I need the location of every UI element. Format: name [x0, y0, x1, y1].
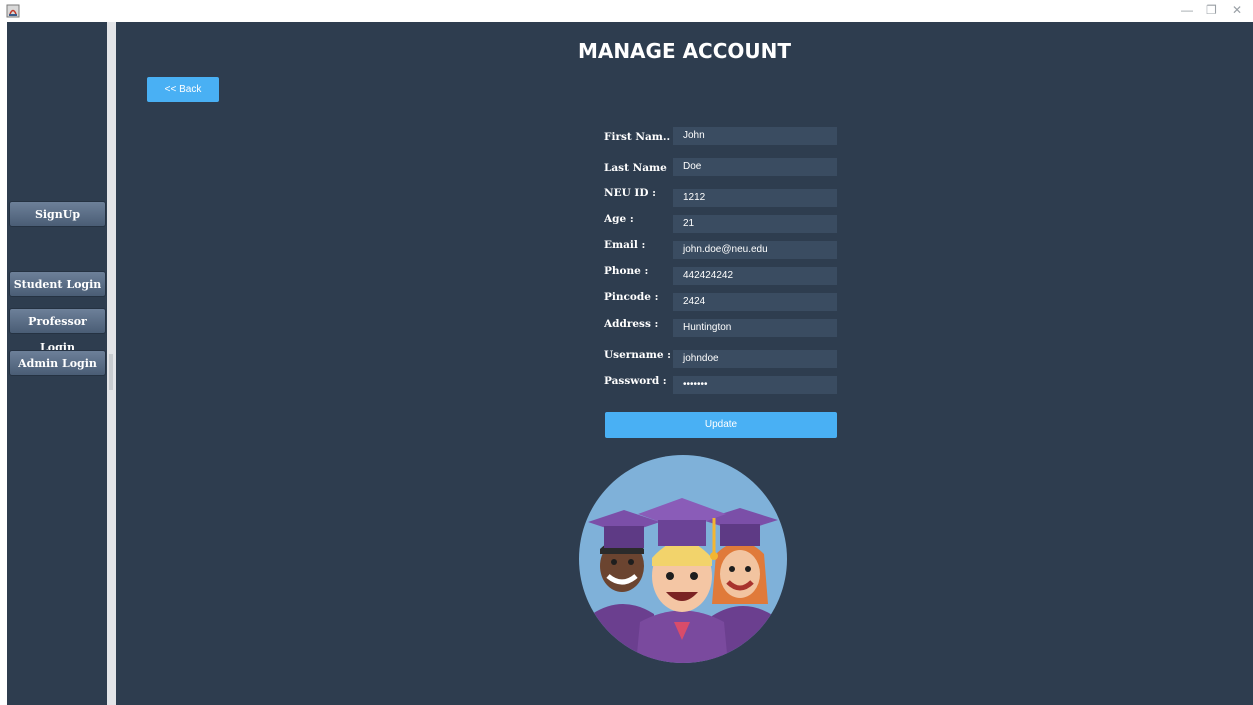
password-field[interactable]: •••••••	[673, 376, 837, 394]
last-name-label: Last Name :	[604, 162, 670, 174]
graduates-illustration	[579, 455, 787, 663]
manage-account-panel: MANAGE ACCOUNT << Back First Nam... John…	[116, 22, 1253, 705]
close-button[interactable]: ✕	[1232, 3, 1242, 17]
student-login-button[interactable]: Student Login	[9, 271, 106, 297]
first-name-label: First Nam...	[604, 131, 670, 143]
java-app-icon	[6, 4, 20, 18]
window-titlebar: — ❐ ✕	[0, 0, 1253, 22]
username-field[interactable]: johndoe	[673, 350, 837, 368]
minimize-button[interactable]: —	[1181, 3, 1193, 17]
last-name-field[interactable]: Doe	[673, 158, 837, 176]
admin-login-button[interactable]: Admin Login	[9, 350, 106, 376]
restore-button[interactable]: ❐	[1206, 3, 1217, 17]
page-title: MANAGE ACCOUNT	[577, 39, 792, 63]
username-label: Username :	[604, 349, 670, 361]
email-label: Email :	[604, 239, 646, 251]
password-label: Password :	[604, 375, 667, 387]
address-label: Address :	[604, 318, 659, 330]
professor-login-button[interactable]: Professor Login	[9, 308, 106, 354]
age-field[interactable]: 21	[673, 215, 837, 233]
back-button[interactable]: << Back	[147, 77, 219, 102]
pincode-label: Pincode :	[604, 291, 659, 303]
age-label: Age :	[604, 213, 634, 225]
signup-button[interactable]: SignUp	[9, 201, 106, 227]
neu-id-label: NEU ID :	[604, 187, 656, 199]
divider-grip[interactable]	[109, 354, 113, 390]
phone-label: Phone :	[604, 265, 649, 277]
update-button[interactable]: Update	[605, 412, 837, 438]
neu-id-field[interactable]: 1212	[673, 189, 837, 207]
sidebar: SignUp Student Login Professor Login Adm…	[7, 22, 107, 705]
address-field[interactable]: Huntington	[673, 319, 837, 337]
pincode-field[interactable]: 2424	[673, 293, 837, 311]
first-name-field[interactable]: John	[673, 127, 837, 145]
email-field[interactable]: john.doe@neu.edu	[673, 241, 837, 259]
phone-field[interactable]: 442424242	[673, 267, 837, 285]
split-pane-divider[interactable]	[107, 22, 116, 705]
